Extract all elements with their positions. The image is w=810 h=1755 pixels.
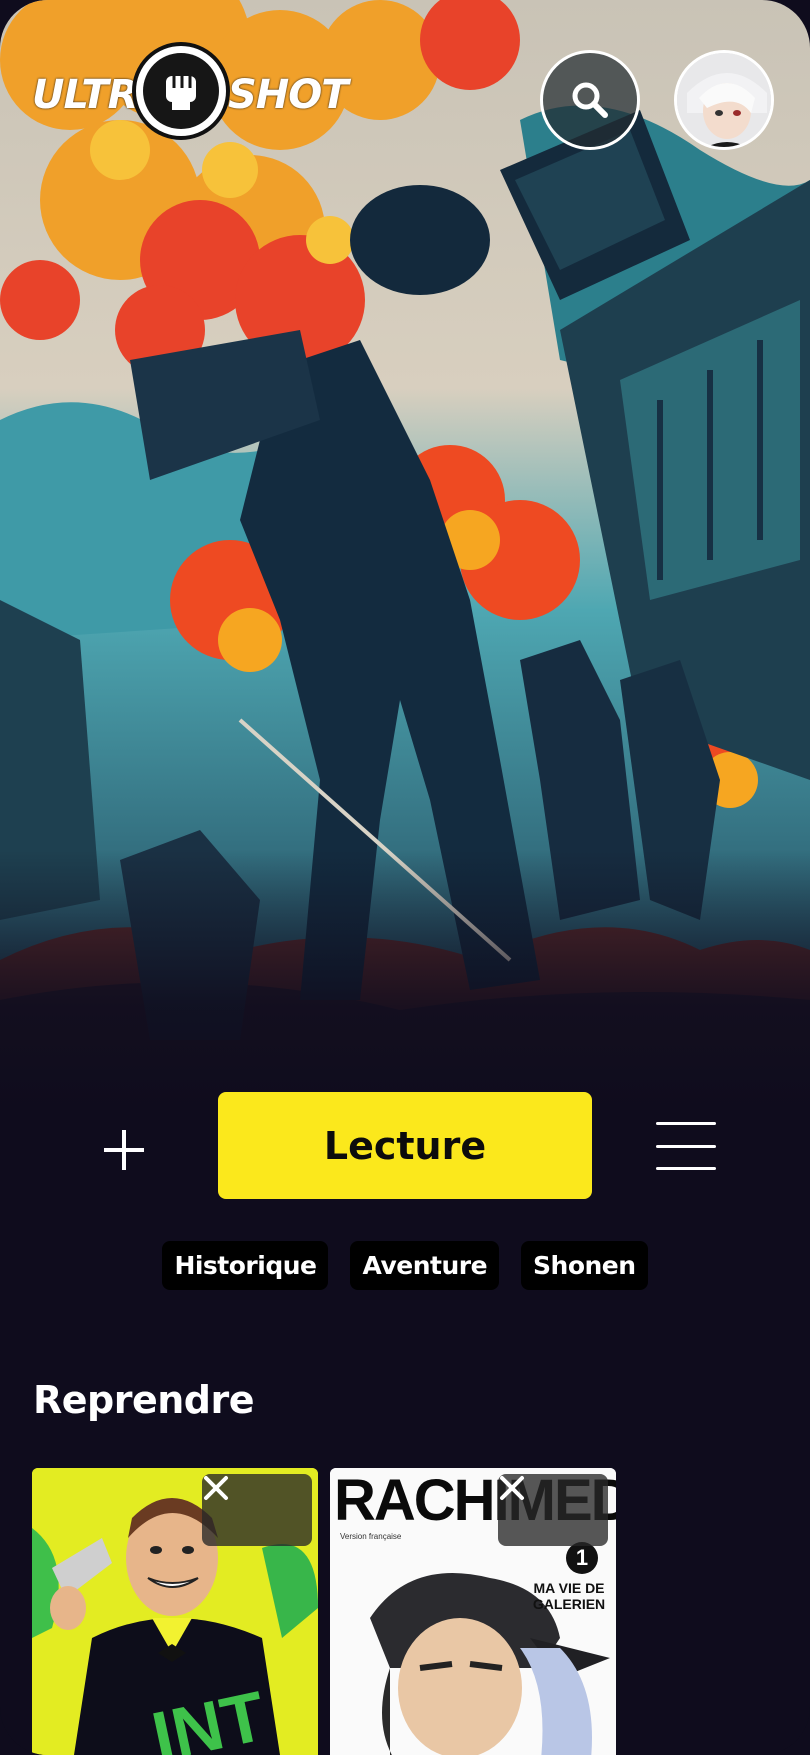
avatar[interactable] — [674, 50, 774, 150]
resume-card[interactable]: INT — [32, 1468, 318, 1755]
menu-icon-line — [656, 1122, 716, 1125]
hero-fade — [0, 850, 810, 1110]
logo-text-right: SHOT — [228, 72, 349, 118]
remove-button[interactable] — [202, 1474, 312, 1546]
tag-shonen[interactable]: Shonen — [521, 1241, 648, 1290]
resume-card[interactable]: RACHIMED Version française 1 MA VIE DE G… — [330, 1468, 616, 1755]
menu-icon-line — [656, 1167, 716, 1170]
search-button[interactable] — [540, 50, 640, 150]
section-title-resume: Reprendre — [33, 1378, 255, 1422]
read-button[interactable]: Lecture — [218, 1092, 592, 1199]
fist-logo-icon — [132, 42, 230, 140]
remove-button[interactable] — [498, 1474, 608, 1546]
menu-button[interactable] — [656, 1122, 716, 1170]
genre-tags: Historique Aventure Shonen — [0, 1241, 810, 1290]
plus-icon — [104, 1130, 144, 1170]
tag-historique[interactable]: Historique — [162, 1241, 329, 1290]
tag-aventure[interactable]: Aventure — [350, 1241, 500, 1290]
cover-subtitle: Version française — [340, 1532, 402, 1541]
search-icon — [572, 82, 608, 118]
app-screen: ULTRA SHOT Lecture Historique Aventure S… — [0, 0, 810, 1755]
cover-tagline: MA VIE DE GALERIEN — [532, 1580, 606, 1612]
close-icon — [204, 1476, 228, 1500]
add-to-list-button[interactable] — [92, 1118, 156, 1182]
menu-icon-line — [656, 1144, 716, 1148]
hero-banner[interactable] — [0, 0, 810, 1110]
volume-number: 1 — [566, 1542, 598, 1574]
close-icon — [500, 1476, 524, 1500]
app-logo[interactable]: ULTRA SHOT — [32, 42, 349, 142]
